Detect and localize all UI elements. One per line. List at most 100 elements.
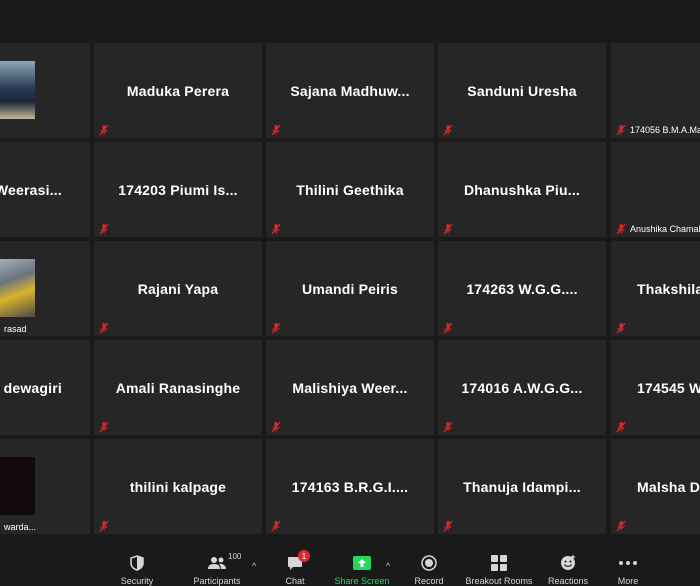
muted-mic-icon — [443, 421, 453, 433]
tile-footer — [442, 520, 454, 532]
participant-tile[interactable]: AAnushika Chamal — [611, 142, 700, 237]
participant-footer-name: rasad — [4, 324, 27, 334]
security-label: Security — [120, 576, 154, 586]
participant-tile[interactable]: Maduka Perera — [94, 43, 262, 138]
participant-tile[interactable]: Amali Ranasinghe — [94, 340, 262, 435]
participant-tile[interactable]: 174545 W — [611, 340, 700, 435]
muted-mic-icon — [271, 223, 281, 235]
participant-name: Sajana Madhuw... — [290, 82, 410, 99]
tile-footer — [442, 223, 454, 235]
muted-mic-icon — [271, 520, 281, 532]
participant-name: thilini kalpage — [129, 478, 227, 495]
participant-tile[interactable]: 174016 A.W.G.G... — [438, 340, 606, 435]
participant-tile[interactable]: 174203 Piumi Is... — [94, 142, 262, 237]
participant-tile[interactable]: A174056 B.M.A.Ma — [611, 43, 700, 138]
participant-tile[interactable]: rasad — [0, 241, 90, 336]
participant-tile[interactable]: Dhanushka Piu... — [438, 142, 606, 237]
tile-footer — [98, 124, 110, 136]
tile-footer — [270, 520, 282, 532]
tile-footer — [615, 322, 627, 334]
participant-tile[interactable]: Malishiya Weer... — [266, 340, 434, 435]
participant-name: 174016 A.W.G.G... — [461, 379, 583, 396]
muted-mic-icon — [616, 421, 626, 433]
shield-icon — [130, 554, 144, 572]
participant-name: 174545 W — [637, 379, 700, 396]
record-label: Record — [414, 576, 444, 586]
muted-mic-icon — [616, 223, 626, 235]
record-button[interactable]: Record — [412, 541, 446, 586]
participant-tile[interactable]: Weerasi... — [0, 142, 90, 237]
more-label: More — [617, 576, 639, 586]
muted-mic-icon — [271, 421, 281, 433]
participant-name: Thilini Geethika — [296, 181, 404, 198]
participant-tile[interactable]: dewagiri — [0, 340, 90, 435]
reactions-button[interactable]: Reactions — [546, 541, 590, 586]
participant-tile[interactable]: Malsha D — [611, 439, 700, 534]
muted-mic-icon — [443, 223, 453, 235]
smiley-icon — [560, 554, 576, 572]
participant-name: Dhanushka Piu... — [464, 181, 580, 198]
participant-footer-name: warda... — [4, 522, 37, 532]
tile-footer: rasad — [4, 324, 27, 334]
participant-name: 174163 B.R.G.I.... — [291, 478, 409, 495]
share-screen-icon — [353, 554, 371, 572]
tile-footer — [270, 421, 282, 433]
tile-footer: 174056 B.M.A.Ma — [615, 124, 700, 136]
participant-tile[interactable]: Thilini Geethika — [266, 142, 434, 237]
participant-tile[interactable]: 174263 W.G.G.... — [438, 241, 606, 336]
participant-name: Rajani Yapa — [137, 280, 219, 297]
chat-label: Chat — [285, 576, 305, 586]
breakout-rooms-label: Breakout Rooms — [465, 576, 533, 586]
participant-tile[interactable] — [0, 43, 90, 138]
participants-label: Participants — [193, 576, 241, 586]
muted-mic-icon — [616, 322, 626, 334]
chat-button[interactable]: 1 Chat — [280, 541, 310, 586]
muted-mic-icon — [99, 520, 109, 532]
participant-tile[interactable]: 174163 B.R.G.I.... — [266, 439, 434, 534]
muted-mic-icon — [616, 124, 626, 136]
participant-tile[interactable]: Sajana Madhuw... — [266, 43, 434, 138]
chat-unread-badge: 1 — [298, 550, 310, 562]
participant-tile[interactable]: Thakshila — [611, 241, 700, 336]
tile-footer — [98, 421, 110, 433]
participant-name: 174263 W.G.G.... — [466, 280, 578, 297]
participants-chevron-up-icon[interactable]: ^ — [252, 561, 256, 571]
share-screen-button[interactable]: Share Screen — [332, 541, 392, 586]
muted-mic-icon — [99, 124, 109, 136]
meeting-toolbar: Security 100 Participants ^ 1 Chat Share… — [0, 540, 700, 586]
participant-name: Thanuja Idampi... — [463, 478, 581, 495]
participant-tile[interactable]: Rajani Yapa — [94, 241, 262, 336]
participant-footer-name: 174056 B.M.A.Ma — [630, 125, 700, 135]
muted-mic-icon — [271, 124, 281, 136]
participant-name: Umandi Peiris — [302, 280, 398, 297]
participant-tile[interactable]: Umandi Peiris — [266, 241, 434, 336]
participant-tile[interactable]: Sanduni Uresha — [438, 43, 606, 138]
tile-footer — [98, 322, 110, 334]
participants-button[interactable]: 100 Participants — [190, 541, 244, 586]
tile-footer — [615, 520, 627, 532]
chat-icon: 1 — [287, 550, 310, 572]
participant-name: 174203 Piumi Is... — [118, 181, 238, 198]
muted-mic-icon — [443, 124, 453, 136]
participant-tile[interactable]: Thanuja Idampi... — [438, 439, 606, 534]
tile-footer — [270, 223, 282, 235]
security-button[interactable]: Security — [117, 541, 157, 586]
participant-tile[interactable]: thilini kalpage — [94, 439, 262, 534]
muted-mic-icon — [99, 421, 109, 433]
muted-mic-icon — [443, 322, 453, 334]
participant-name: dewagiri — [3, 379, 62, 396]
participants-count: 100 — [228, 552, 242, 561]
muted-mic-icon — [99, 223, 109, 235]
reactions-label: Reactions — [547, 576, 589, 586]
breakout-rooms-button[interactable]: Breakout Rooms — [463, 541, 535, 586]
more-dots-icon — [619, 554, 637, 572]
participant-video-thumbnail — [0, 61, 35, 119]
muted-mic-icon — [271, 322, 281, 334]
tile-footer: Anushika Chamal — [615, 223, 700, 235]
muted-mic-icon — [616, 520, 626, 532]
tile-footer — [98, 223, 110, 235]
participant-tile[interactable]: warda... — [0, 439, 90, 534]
participant-name: Malsha D — [637, 478, 700, 495]
share-screen-chevron-up-icon[interactable]: ^ — [386, 561, 390, 571]
more-button[interactable]: More — [612, 541, 644, 586]
